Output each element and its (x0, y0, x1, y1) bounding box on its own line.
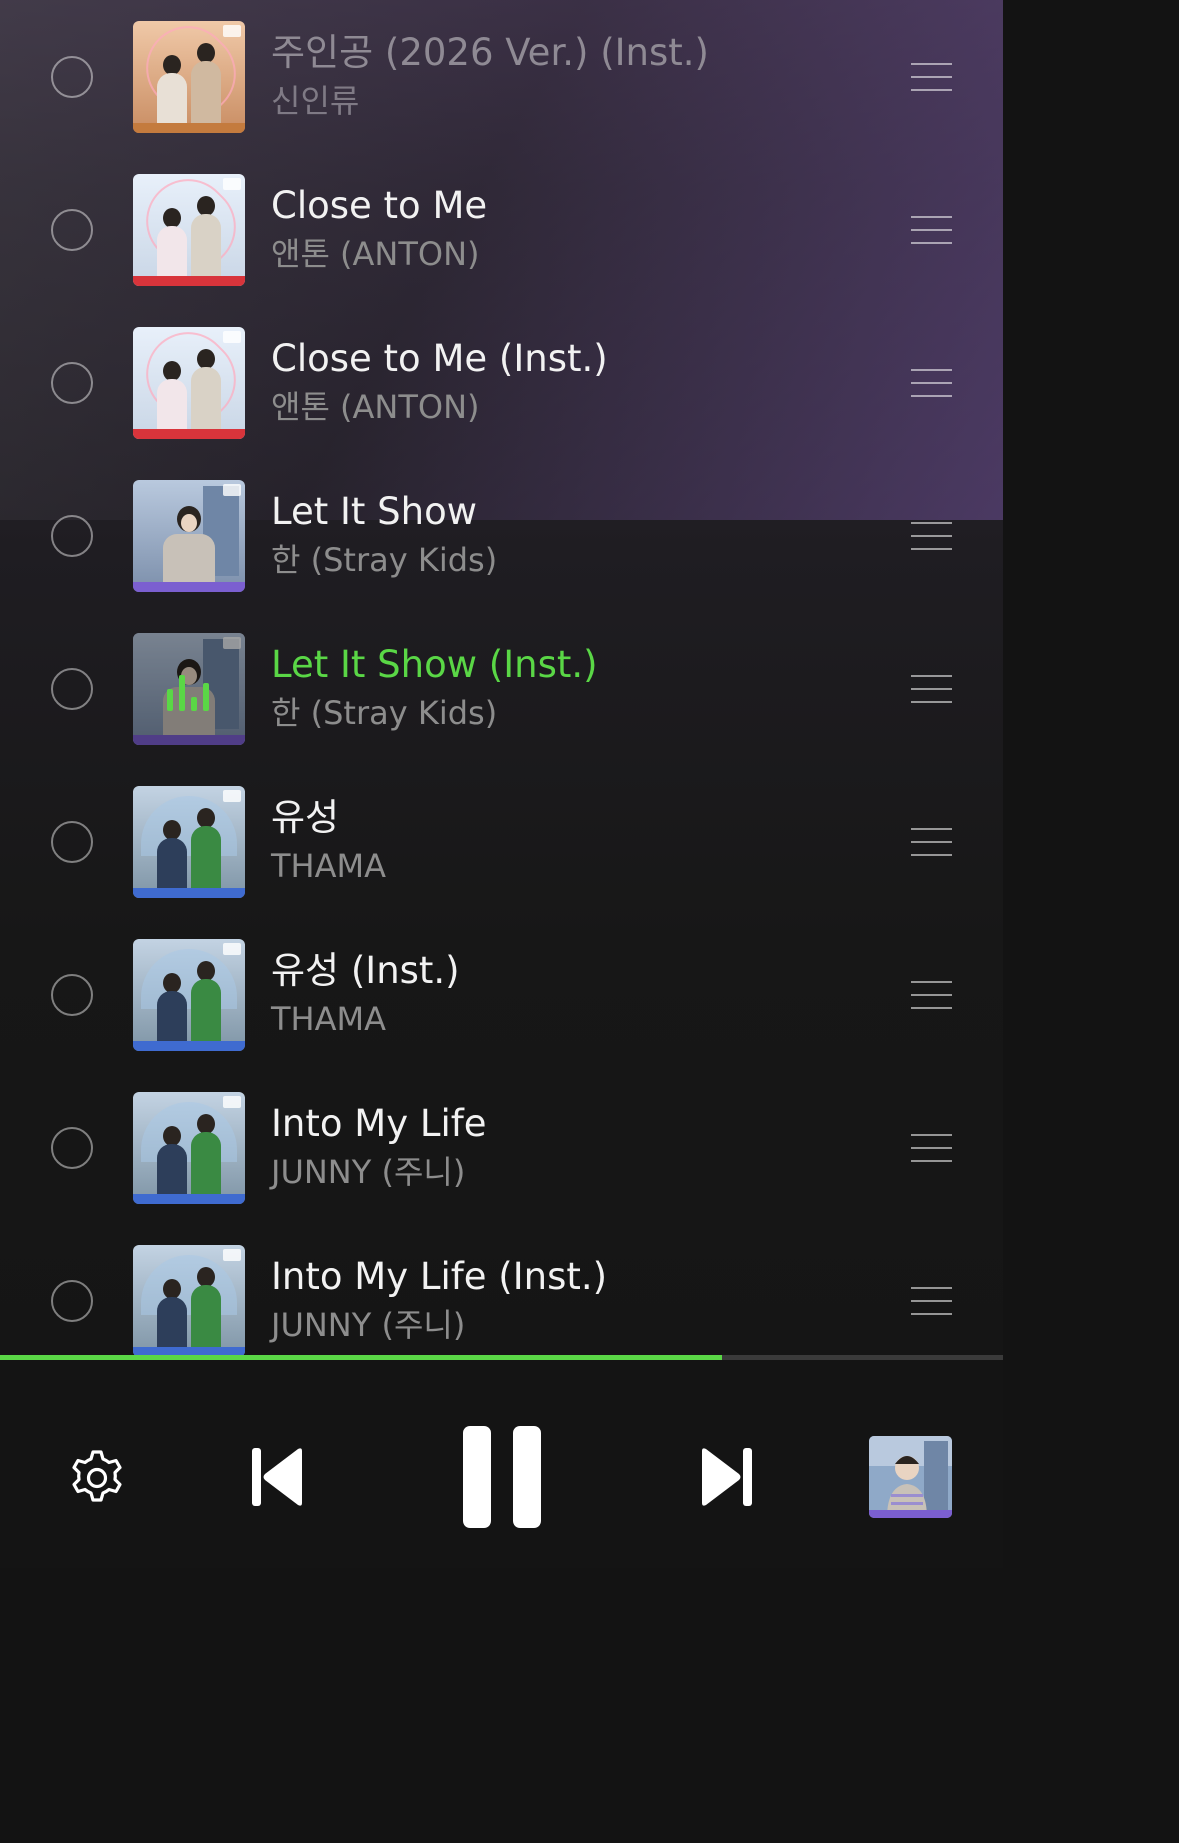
select-radio[interactable] (51, 1280, 93, 1322)
track-title: Into My Life (271, 1102, 487, 1145)
playlist: 주인공 (2026 Ver.) (Inst.) 신인류 Close to Me … (0, 0, 1003, 1356)
track-artist: JUNNY (주니) (271, 1153, 466, 1191)
playlist-row[interactable]: 유성 (Inst.) THAMA (0, 919, 1003, 1072)
album-art (133, 939, 245, 1051)
drag-handle-icon[interactable] (911, 1287, 952, 1317)
track-title: Let It Show (271, 490, 478, 533)
drag-handle-icon[interactable] (911, 981, 952, 1011)
track-artist: THAMA (271, 847, 386, 885)
track-artist: 앤톤 (ANTON) (271, 388, 480, 426)
track-title: 주인공 (2026 Ver.) (Inst.) (271, 31, 709, 74)
album-art (133, 21, 245, 133)
track-artist: 신인류 (271, 82, 360, 120)
playlist-row[interactable]: Close to Me (Inst.) 앤톤 (ANTON) (0, 307, 1003, 460)
track-artist: THAMA (271, 1000, 386, 1038)
album-art (133, 1092, 245, 1204)
select-radio[interactable] (51, 209, 93, 251)
track-artist: JUNNY (주니) (271, 1306, 466, 1344)
track-title: Into My Life (Inst.) (271, 1255, 608, 1298)
track-title: Let It Show (Inst.) (271, 643, 598, 686)
album-art (133, 786, 245, 898)
drag-handle-icon[interactable] (911, 216, 952, 246)
select-radio[interactable] (51, 668, 93, 710)
now-playing-album-art[interactable] (869, 1436, 952, 1518)
drag-handle-icon[interactable] (911, 675, 952, 705)
select-radio[interactable] (51, 821, 93, 863)
gear-icon[interactable] (67, 1448, 127, 1508)
select-radio[interactable] (51, 974, 93, 1016)
select-radio[interactable] (51, 56, 93, 98)
select-radio[interactable] (51, 362, 93, 404)
playlist-row[interactable]: Let It Show 한 (Stray Kids) (0, 460, 1003, 613)
select-radio[interactable] (51, 1127, 93, 1169)
track-title: 유성 (Inst.) (271, 949, 460, 992)
track-title: Close to Me (Inst.) (271, 337, 608, 380)
drag-handle-icon[interactable] (911, 1134, 952, 1164)
drag-handle-icon[interactable] (911, 369, 952, 399)
music-player-screen: 주인공 (2026 Ver.) (Inst.) 신인류 Close to Me … (0, 0, 1003, 1568)
playlist-row[interactable]: 유성 THAMA (0, 766, 1003, 919)
playlist-row[interactable]: 주인공 (2026 Ver.) (Inst.) 신인류 (0, 1, 1003, 154)
playlist-row[interactable]: Into My Life JUNNY (주니) (0, 1072, 1003, 1225)
album-art (133, 1245, 245, 1356)
select-radio[interactable] (51, 515, 93, 557)
track-artist: 한 (Stray Kids) (271, 694, 498, 732)
drag-handle-icon[interactable] (911, 63, 952, 93)
track-title: Close to Me (271, 184, 488, 227)
playlist-row[interactable]: Close to Me 앤톤 (ANTON) (0, 154, 1003, 307)
track-title: 유성 (271, 796, 340, 839)
playlist-row[interactable]: Into My Life (Inst.) JUNNY (주니) (0, 1225, 1003, 1356)
album-art (133, 174, 245, 286)
now-playing-equalizer-icon (163, 671, 215, 711)
track-artist: 한 (Stray Kids) (271, 541, 498, 579)
album-art (133, 480, 245, 592)
drag-handle-icon[interactable] (911, 828, 952, 858)
track-artist: 앤톤 (ANTON) (271, 235, 480, 273)
album-art (133, 327, 245, 439)
player-controls (0, 1360, 1003, 1568)
drag-handle-icon[interactable] (911, 522, 952, 552)
skip-previous-icon[interactable] (250, 1446, 306, 1508)
skip-next-icon[interactable] (698, 1446, 754, 1508)
playlist-row[interactable]: Let It Show (Inst.) 한 (Stray Kids) (0, 613, 1003, 766)
pause-icon[interactable] (463, 1426, 541, 1528)
